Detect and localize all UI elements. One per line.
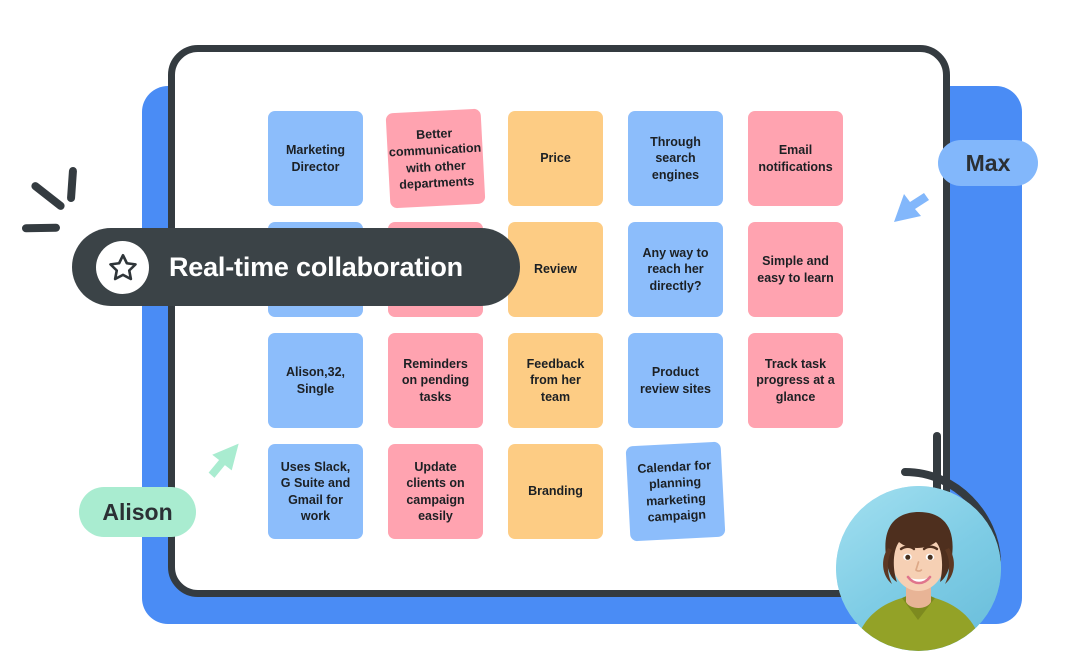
sticky-note-text: Uses Slack, G Suite and Gmail for work: [280, 459, 351, 524]
sticky-note-text: Alison,32, Single: [285, 365, 346, 396]
sticky-note-text: Track task progress at a glance: [756, 356, 835, 404]
sticky-note-text: Through search engines: [650, 134, 701, 182]
sticky-note-grid: Marketing Director Better communication w…: [268, 108, 868, 546]
sticky-note-text: Update clients on campaign easily: [406, 459, 465, 524]
avatar[interactable]: [836, 486, 1001, 651]
sticky-note[interactable]: Product review sites: [628, 333, 723, 428]
sticky-note[interactable]: Feedback from her team: [508, 333, 603, 428]
sticky-note-text: Review: [533, 262, 578, 277]
sticky-note[interactable]: Uses Slack, G Suite and Gmail for work: [268, 444, 363, 539]
sticky-note-text: Branding: [528, 484, 583, 499]
sticky-note[interactable]: Email notifications: [748, 111, 843, 206]
user-pill-alison[interactable]: Alison: [79, 487, 196, 537]
sticky-note[interactable]: Update clients on campaign easily: [388, 444, 483, 539]
realtime-collaboration-label: Real-time collaboration: [169, 251, 463, 282]
sticky-note-text: Marketing Director: [285, 143, 346, 174]
sticky-note-text: Simple and easy to learn: [757, 254, 834, 285]
user-pill-alison-label: Alison: [102, 498, 173, 525]
sticky-note[interactable]: Through search engines: [628, 111, 723, 206]
collaboration-board-illustration: Marketing Director Better communication w…: [0, 0, 1080, 672]
sticky-note[interactable]: Marketing Director: [268, 111, 363, 206]
sticky-note-text: Reminders on pending tasks: [401, 356, 470, 404]
user-pill-max[interactable]: Max: [938, 140, 1038, 186]
sticky-note-text: Calendar for planning marketing campaign: [637, 457, 712, 525]
realtime-collaboration-banner[interactable]: Real-time collaboration: [72, 228, 520, 306]
cursor-alison-icon: [198, 440, 242, 489]
star-icon: [96, 240, 149, 294]
sticky-note-text: Any way to reach her directly?: [642, 245, 709, 293]
sticky-note[interactable]: Any way to reach her directly?: [628, 222, 723, 317]
sticky-note[interactable]: Better communication with other departme…: [385, 108, 486, 209]
sticky-note[interactable]: Simple and easy to learn: [748, 222, 843, 317]
sticky-note[interactable]: Calendar for planning marketing campaign: [625, 441, 726, 542]
spark-diagonal-icon: [29, 180, 67, 212]
spark-vertical-icon: [66, 166, 78, 203]
sticky-note-text: Feedback from her team: [526, 356, 585, 404]
sticky-note[interactable]: Track task progress at a glance: [748, 333, 843, 428]
sticky-note-text: Email notifications: [758, 143, 833, 174]
sticky-note[interactable]: Review: [508, 222, 603, 317]
sticky-note[interactable]: Alison,32, Single: [268, 333, 363, 428]
cursor-max-icon: [890, 180, 936, 231]
sticky-note[interactable]: Reminders on pending tasks: [388, 333, 483, 428]
spark-horizontal-icon: [21, 223, 61, 233]
sticky-note[interactable]: Price: [508, 111, 603, 206]
sticky-note-text: Better communication with other departme…: [388, 125, 482, 192]
sticky-note-text: Product review sites: [640, 365, 711, 396]
sticky-note[interactable]: Branding: [508, 444, 603, 539]
sticky-note-text: Price: [540, 151, 571, 166]
user-pill-max-label: Max: [965, 149, 1011, 176]
